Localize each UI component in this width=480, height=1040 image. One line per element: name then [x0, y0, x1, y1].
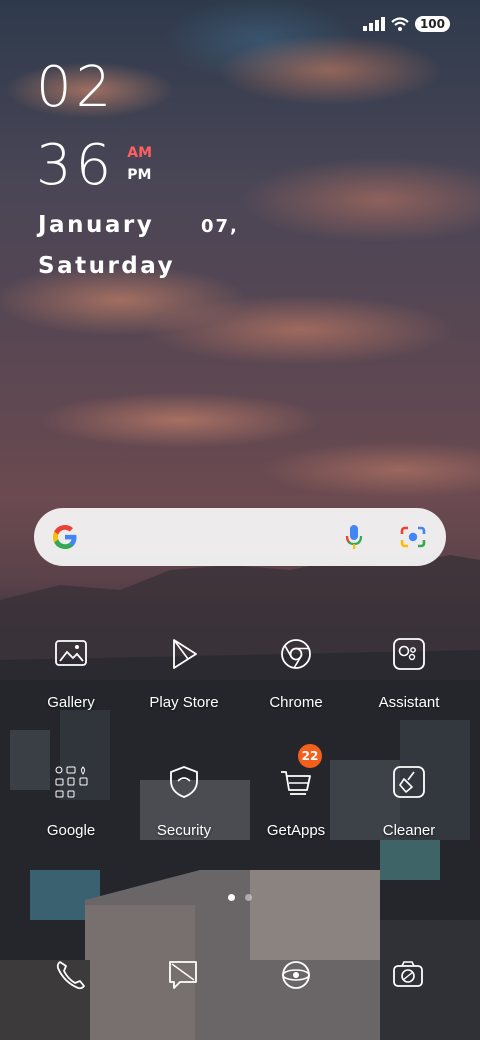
app-getapps[interactable]: 22 GetApps	[236, 744, 356, 839]
date-weekday: Saturday	[38, 253, 176, 279]
app-label: Play Store	[149, 694, 219, 711]
date-month: January	[38, 212, 155, 238]
google-search-bar[interactable]	[34, 508, 446, 566]
google-g-icon	[53, 525, 77, 549]
date-day: 07,	[201, 216, 239, 237]
app-label: Chrome	[269, 694, 323, 711]
getapps-icon	[281, 771, 311, 795]
app-gallery[interactable]: Gallery	[11, 636, 131, 711]
app-play-store[interactable]: Play Store	[124, 636, 244, 711]
cleaner-icon	[393, 766, 425, 798]
clock-pm: PM	[127, 167, 152, 183]
assistant-icon	[393, 638, 425, 670]
app-folder-google[interactable]: Google	[11, 764, 131, 839]
clock-minute: 36	[36, 133, 116, 198]
app-label: Google	[46, 822, 96, 839]
wifi-icon	[391, 17, 409, 31]
camera-icon[interactable]	[391, 958, 425, 992]
clock-am: AM	[127, 145, 153, 161]
battery-indicator: 100	[414, 16, 450, 32]
chrome-icon	[281, 639, 311, 669]
play-store-icon	[173, 639, 197, 669]
google-folder-icon	[55, 766, 88, 798]
app-security[interactable]: Security	[124, 764, 244, 839]
microphone-icon[interactable]	[344, 523, 364, 551]
page-indicator	[228, 894, 252, 901]
clock-hour: 02	[36, 55, 116, 120]
security-icon	[170, 766, 198, 798]
app-label: Gallery	[47, 694, 95, 711]
notification-badge: 22	[298, 744, 322, 768]
gallery-icon	[55, 640, 87, 666]
app-label: GetApps	[266, 822, 326, 839]
signal-icon	[362, 17, 385, 31]
app-cleaner[interactable]: Cleaner	[349, 764, 469, 839]
google-lens-icon[interactable]	[400, 525, 426, 549]
page-dot-active	[228, 894, 235, 901]
phone-icon[interactable]	[54, 958, 88, 992]
app-label: Cleaner	[382, 822, 436, 839]
app-label: Security	[156, 822, 212, 839]
messages-icon[interactable]	[166, 958, 200, 992]
clock-widget[interactable]: 02 36 AM PM	[36, 56, 152, 198]
browser-icon[interactable]	[279, 958, 313, 992]
page-dot	[245, 894, 252, 901]
app-assistant[interactable]: Assistant	[349, 636, 469, 711]
status-bar: 100	[362, 16, 450, 32]
app-label: Assistant	[378, 694, 440, 711]
app-chrome[interactable]: Chrome	[236, 636, 356, 711]
